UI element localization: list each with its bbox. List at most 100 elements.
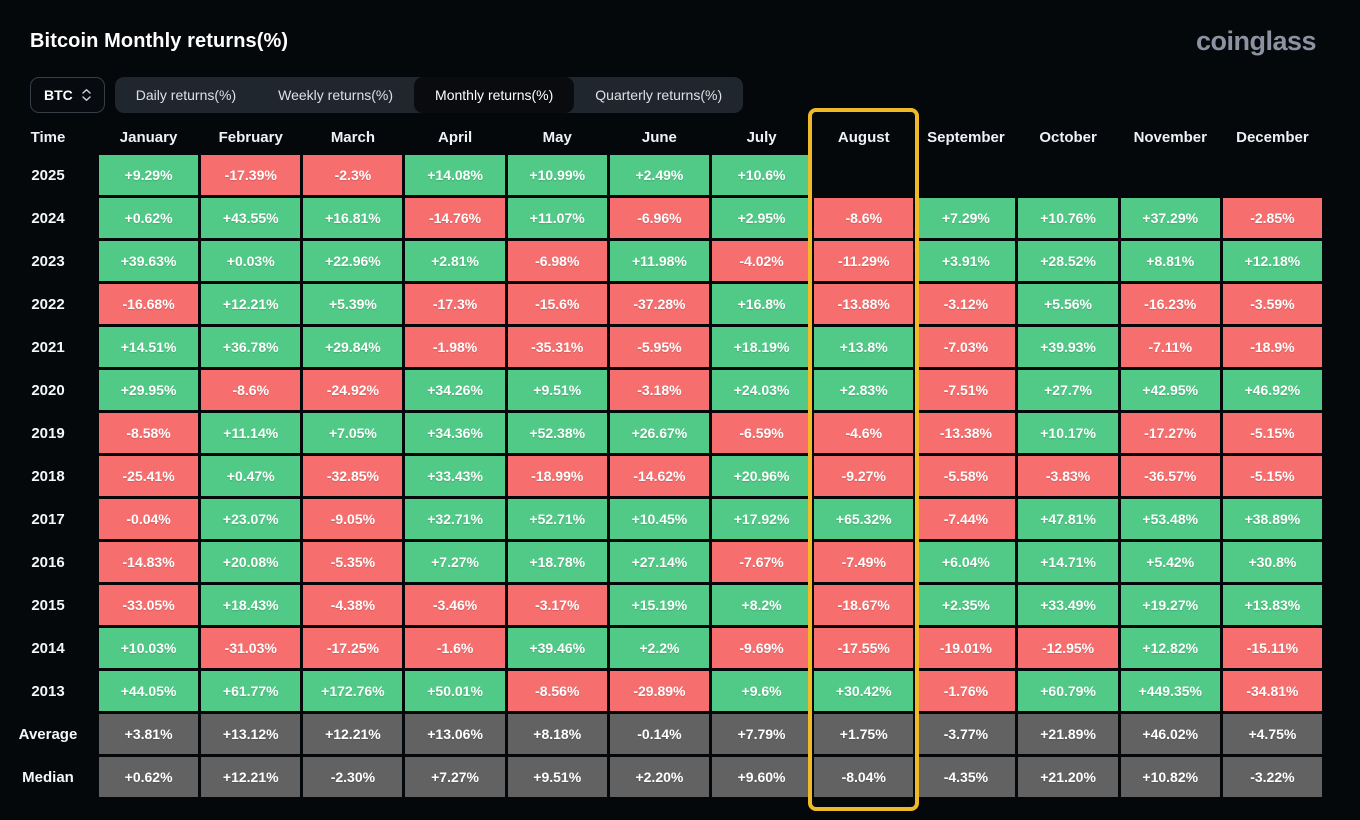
cell-2015-may: -3.17% <box>507 585 607 625</box>
cell-2015-april: -3.46% <box>405 585 505 625</box>
cell-2023-september: +3.91% <box>916 241 1016 281</box>
cell-average-january: +3.81% <box>99 714 199 754</box>
cell-2017-march: -9.05% <box>303 499 403 539</box>
tab-quarterly-returns[interactable]: Quarterly returns(%) <box>574 77 743 113</box>
cell-2024-january: +0.62% <box>99 198 199 238</box>
cell-2023-july: -4.02% <box>711 241 812 281</box>
cell-2017-may: +52.71% <box>507 499 607 539</box>
cell-2017-june: +10.45% <box>609 499 709 539</box>
cell-2021-february: +36.78% <box>201 327 301 367</box>
cell-2025-january: +9.29% <box>99 155 199 195</box>
cell-2018-may: -18.99% <box>507 456 607 496</box>
cell-median-august: -8.04% <box>814 757 914 797</box>
cell-2023-june: +11.98% <box>609 241 709 281</box>
cell-2019-november: -17.27% <box>1120 413 1220 453</box>
cell-2014-september: -19.01% <box>916 628 1016 668</box>
cell-2016-april: +7.27% <box>405 542 505 582</box>
cell-2019-march: +7.05% <box>303 413 403 453</box>
row-label-2014: 2014 <box>31 639 65 657</box>
cell-2023-august: -11.29% <box>814 241 914 281</box>
cell-2017-november: +53.48% <box>1120 499 1220 539</box>
cell-2020-february: -8.6% <box>201 370 301 410</box>
cell-2015-march: -4.38% <box>303 585 403 625</box>
cell-2022-october: +5.56% <box>1018 284 1118 324</box>
cell-2016-january: -14.83% <box>99 542 199 582</box>
cell-average-april: +13.06% <box>405 714 505 754</box>
cell-2014-july: -9.69% <box>711 628 812 668</box>
page-title: Bitcoin Monthly returns(%) <box>30 29 289 52</box>
cell-average-october: +21.89% <box>1018 714 1118 754</box>
cell-2022-april: -17.3% <box>405 284 505 324</box>
tab-monthly-returns[interactable]: Monthly returns(%) <box>414 76 575 113</box>
col-april: April <box>437 128 473 146</box>
cell-2024-june: -6.96% <box>609 198 709 238</box>
cell-2014-november: +12.82% <box>1120 628 1220 668</box>
cell-average-september: -3.77% <box>916 714 1016 754</box>
cell-median-november: +10.82% <box>1120 757 1220 797</box>
cell-2018-august: -9.27% <box>814 456 914 496</box>
cell-2021-july: +18.19% <box>711 327 812 367</box>
row-label-average: Average <box>18 725 78 743</box>
row-label-2018: 2018 <box>31 467 65 485</box>
cell-2020-may: +9.51% <box>507 370 607 410</box>
cell-2024-may: +11.07% <box>507 198 607 238</box>
row-label-2022: 2022 <box>31 295 65 313</box>
cell-2019-february: +11.14% <box>201 413 301 453</box>
cell-2025-june: +2.49% <box>609 155 709 195</box>
cell-2016-december: +30.8% <box>1222 542 1322 582</box>
row-label-2019: 2019 <box>31 424 65 442</box>
cell-2014-december: -15.11% <box>1222 628 1322 668</box>
cell-2021-january: +14.51% <box>99 327 199 367</box>
tab-weekly-returns[interactable]: Weekly returns(%) <box>257 77 414 113</box>
col-july: July <box>746 128 777 146</box>
cell-2013-december: -34.81% <box>1222 671 1322 711</box>
cell-median-october: +21.20% <box>1018 757 1118 797</box>
cell-2023-october: +28.52% <box>1018 241 1118 281</box>
returns-grid: Time January February March April May June July… <box>0 122 1322 797</box>
cell-2022-march: +5.39% <box>303 284 403 324</box>
cell-2017-february: +23.07% <box>201 499 301 539</box>
returns-tab-bar: Daily returns(%) Weekly returns(%) Month… <box>114 76 744 113</box>
chevron-updown-icon <box>82 88 91 101</box>
row-label-2024: 2024 <box>31 209 65 227</box>
cell-2013-november: +449.35% <box>1120 671 1220 711</box>
cell-2018-march: -32.85% <box>303 456 403 496</box>
col-august: August <box>837 128 890 146</box>
cell-2024-september: +7.29% <box>916 198 1016 238</box>
cell-2013-september: -1.76% <box>916 671 1016 711</box>
cell-2019-august: -4.6% <box>814 413 914 453</box>
cell-2022-january: -16.68% <box>99 284 199 324</box>
cell-2020-april: +34.26% <box>405 370 505 410</box>
row-label-2020: 2020 <box>31 381 65 399</box>
cell-2021-may: -35.31% <box>507 327 607 367</box>
cell-2013-april: +50.01% <box>405 671 505 711</box>
cell-2024-april: -14.76% <box>405 198 505 238</box>
cell-2023-march: +22.96% <box>303 241 403 281</box>
cell-2022-may: -15.6% <box>507 284 607 324</box>
row-label-2016: 2016 <box>31 553 65 571</box>
cell-2015-august: -18.67% <box>814 585 914 625</box>
col-january: January <box>119 128 178 146</box>
cell-2021-september: -7.03% <box>916 327 1016 367</box>
coinglass-returns-page: Bitcoin Monthly returns(%) coinglass BTC… <box>0 0 1360 811</box>
cell-2014-january: +10.03% <box>99 628 199 668</box>
cell-2021-march: +29.84% <box>303 327 403 367</box>
cell-2018-november: -36.57% <box>1120 456 1220 496</box>
cell-average-august: +1.75% <box>814 714 914 754</box>
cell-2021-december: -18.9% <box>1222 327 1322 367</box>
cell-2024-october: +10.76% <box>1018 198 1118 238</box>
cell-2013-august: +30.42% <box>814 671 914 711</box>
cell-2021-august: +13.8% <box>814 327 914 367</box>
cell-2015-july: +8.2% <box>711 585 812 625</box>
cell-2019-june: +26.67% <box>609 413 709 453</box>
tab-daily-returns[interactable]: Daily returns(%) <box>115 77 257 113</box>
cell-average-june: -0.14% <box>609 714 709 754</box>
col-time: Time <box>30 128 66 146</box>
coinglass-logo[interactable]: coinglass <box>1196 26 1317 57</box>
symbol-select[interactable]: BTC <box>30 76 105 113</box>
cell-2020-august: +2.83% <box>814 370 914 410</box>
cell-2022-february: +12.21% <box>201 284 301 324</box>
cell-2013-may: -8.56% <box>507 671 607 711</box>
cell-median-december: -3.22% <box>1222 757 1322 797</box>
cell-2016-september: +6.04% <box>916 542 1016 582</box>
